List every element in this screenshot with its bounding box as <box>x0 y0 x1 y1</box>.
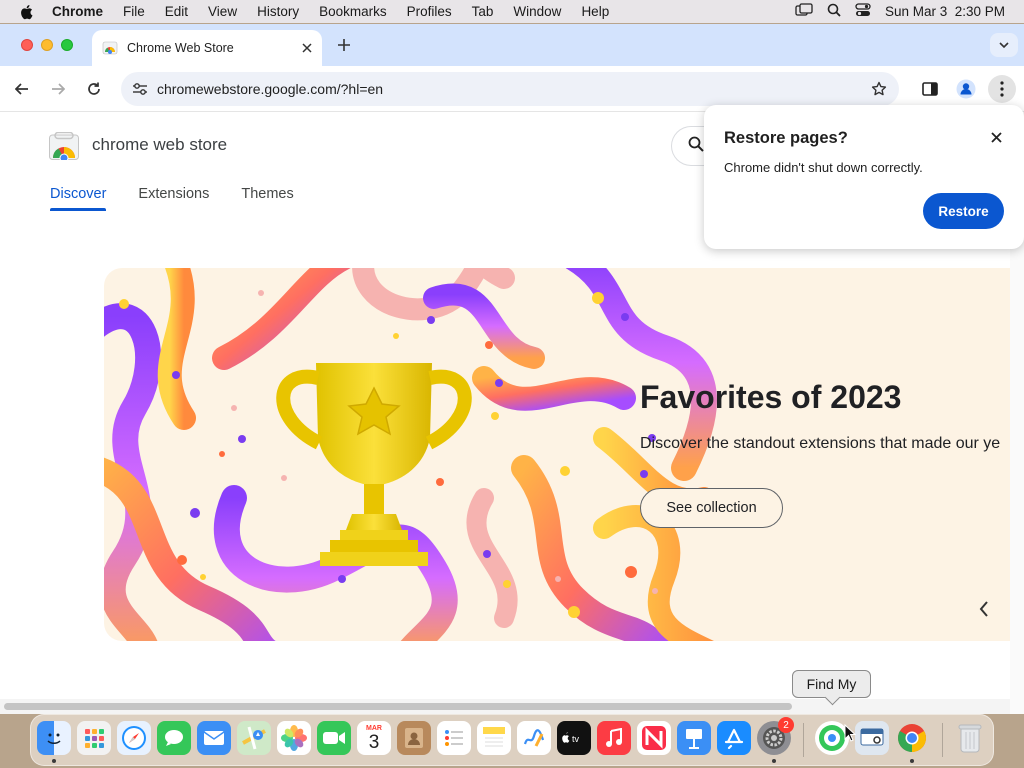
forward-button[interactable] <box>44 75 72 103</box>
menu-help[interactable]: Help <box>571 4 619 19</box>
mouse-cursor-icon <box>844 723 857 747</box>
horizontal-scrollbar-thumb[interactable] <box>4 703 792 710</box>
tab-extensions[interactable]: Extensions <box>138 186 209 202</box>
maps-icon[interactable] <box>237 721 271 755</box>
tab-title: Chrome Web Store <box>127 41 234 55</box>
contacts-icon[interactable] <box>397 721 431 755</box>
calendar-icon[interactable]: MAR 3 <box>357 721 391 755</box>
store-nav-tabs: Discover Extensions Themes <box>50 186 294 211</box>
preview-icon[interactable] <box>855 721 889 755</box>
dock-separator-trash <box>942 723 943 757</box>
profile-avatar-icon[interactable] <box>952 75 980 103</box>
settings-notification-badge: 2 <box>778 717 794 733</box>
back-button[interactable] <box>8 75 36 103</box>
chrome-web-store-logo-icon[interactable] <box>49 131 79 163</box>
chrome-running-dot <box>910 759 914 763</box>
menu-edit[interactable]: Edit <box>155 4 198 19</box>
settings-running-dot <box>772 759 776 763</box>
news-icon[interactable] <box>637 721 671 755</box>
menu-file[interactable]: File <box>113 4 155 19</box>
reminders-icon[interactable] <box>437 721 471 755</box>
confetti-trophy-illustration <box>104 268 717 641</box>
restore-dialog-message: Chrome didn't shut down correctly. <box>724 160 923 175</box>
side-panel-icon[interactable] <box>916 75 944 103</box>
menubar-clock[interactable]: Sun Mar 3 2:30 PM <box>885 4 1005 19</box>
photos-icon[interactable] <box>277 721 311 755</box>
safari-icon[interactable] <box>117 721 151 755</box>
dock-tooltip: Find My <box>792 670 871 698</box>
store-search-icon <box>688 136 704 157</box>
menu-history[interactable]: History <box>247 4 309 19</box>
restore-pages-dialog: Restore pages? Chrome didn't shut down c… <box>704 105 1024 249</box>
zoom-window-button[interactable] <box>61 39 73 51</box>
tab-search-button[interactable] <box>990 33 1018 57</box>
dock-separator <box>803 723 804 757</box>
chrome-icon[interactable] <box>895 721 929 755</box>
apple-tv-icon[interactable]: tv <box>557 721 591 755</box>
reload-button[interactable] <box>80 75 108 103</box>
url-text[interactable]: chromewebstore.google.com/?hl=en <box>157 81 859 97</box>
trash-icon[interactable] <box>953 721 987 755</box>
screen-mirroring-icon[interactable] <box>795 3 813 20</box>
restore-button[interactable]: Restore <box>923 193 1004 229</box>
svg-text:tv: tv <box>572 734 580 744</box>
close-icon[interactable] <box>986 127 1006 147</box>
carousel-prev-icon[interactable] <box>970 595 998 623</box>
menu-tab[interactable]: Tab <box>462 4 504 19</box>
tab-strip: Chrome Web Store <box>0 24 1024 66</box>
address-bar[interactable]: chromewebstore.google.com/?hl=en <box>121 72 899 106</box>
minimize-window-button[interactable] <box>41 39 53 51</box>
finder-icon[interactable] <box>37 721 71 755</box>
menu-bookmarks[interactable]: Bookmarks <box>309 4 397 19</box>
mail-icon[interactable] <box>197 721 231 755</box>
site-info-icon[interactable] <box>125 82 155 96</box>
notes-icon[interactable] <box>477 721 511 755</box>
hero-description: Discover the standout extensions that ma… <box>640 435 1001 452</box>
freeform-icon[interactable] <box>517 721 551 755</box>
menu-app-name[interactable]: Chrome <box>52 4 113 19</box>
new-tab-button[interactable] <box>334 35 354 55</box>
close-window-button[interactable] <box>21 39 33 51</box>
finder-running-dot <box>52 759 56 763</box>
hero-title: Favorites of 2023 <box>640 379 902 415</box>
menu-window[interactable]: Window <box>503 4 571 19</box>
menu-view[interactable]: View <box>198 4 247 19</box>
facetime-icon[interactable] <box>317 721 351 755</box>
apple-logo-icon[interactable] <box>0 4 52 20</box>
keynote-icon[interactable] <box>677 721 711 755</box>
tab-close-icon[interactable] <box>296 37 318 59</box>
control-center-icon[interactable] <box>855 3 871 20</box>
messages-icon[interactable] <box>157 721 191 755</box>
tab-discover[interactable]: Discover <box>50 186 107 211</box>
hero-banner[interactable]: Favorites of 2023 Discover the standout … <box>104 268 1010 641</box>
restore-dialog-title: Restore pages? <box>724 129 848 147</box>
chrome-web-store-favicon-icon <box>102 39 118 58</box>
tab-themes[interactable]: Themes <box>241 186 293 202</box>
tab-chrome-web-store[interactable]: Chrome Web Store <box>92 30 322 66</box>
app-store-icon[interactable] <box>717 721 751 755</box>
launchpad-icon[interactable] <box>77 721 111 755</box>
bookmark-star-icon[interactable] <box>859 81 899 97</box>
calendar-day: 3 <box>368 731 380 753</box>
spotlight-search-icon[interactable] <box>827 3 841 20</box>
menu-bar: Chrome File Edit View History Bookmarks … <box>0 0 1024 23</box>
chrome-menu-icon[interactable] <box>988 75 1016 103</box>
music-icon[interactable] <box>597 721 631 755</box>
horizontal-scrollbar[interactable] <box>0 699 1010 714</box>
store-brand-name[interactable]: chrome web store <box>92 135 227 155</box>
menu-profiles[interactable]: Profiles <box>397 4 462 19</box>
see-collection-button[interactable]: See collection <box>640 488 783 528</box>
